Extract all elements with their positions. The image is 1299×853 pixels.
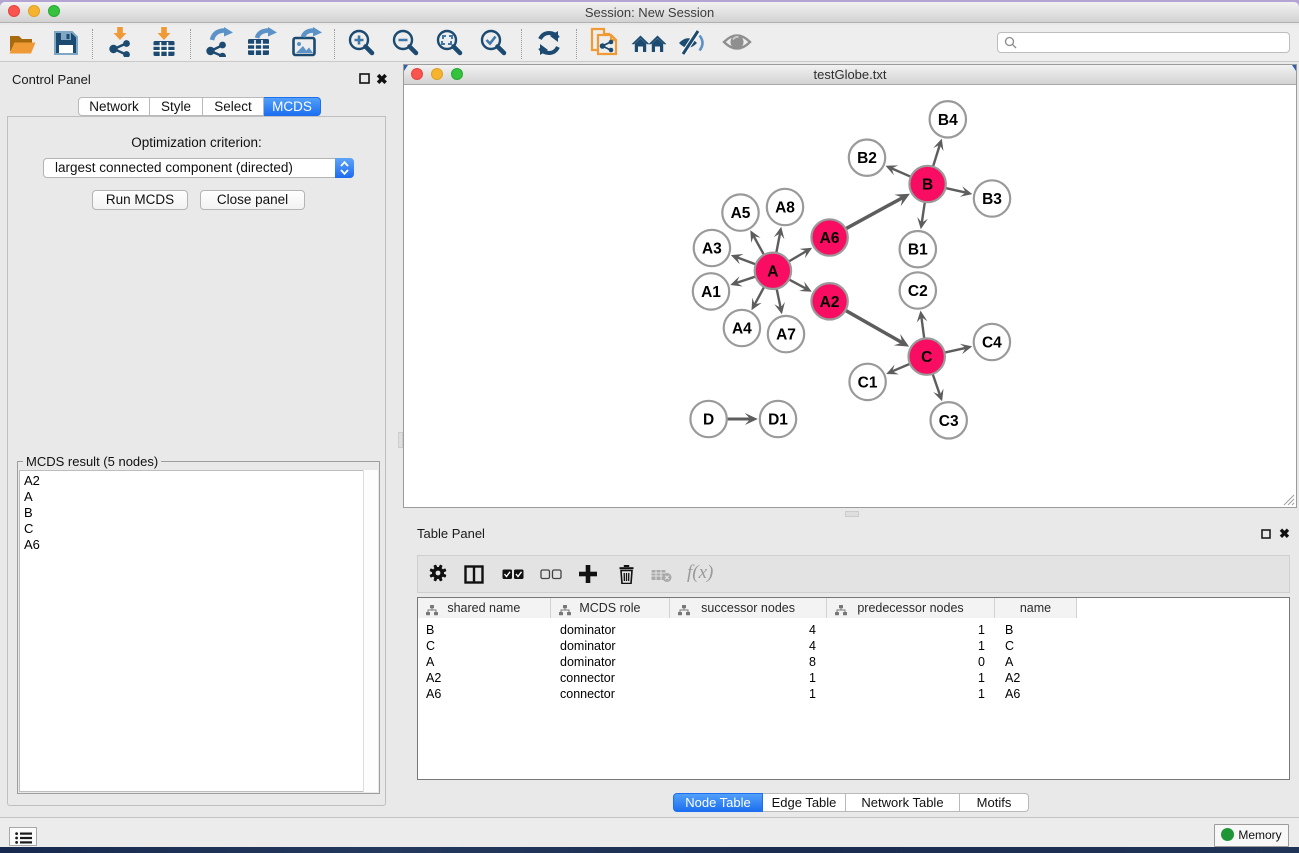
svg-text:A8: A8: [775, 200, 795, 217]
svg-text:B: B: [922, 177, 933, 194]
svg-text:B1: B1: [908, 242, 928, 259]
svg-text:B3: B3: [982, 191, 1002, 208]
svg-text:C3: C3: [939, 413, 959, 430]
svg-text:A5: A5: [731, 205, 751, 222]
svg-text:C: C: [921, 349, 932, 366]
svg-text:A1: A1: [701, 284, 721, 301]
svg-text:A6: A6: [820, 230, 840, 247]
svg-text:C4: C4: [982, 335, 1002, 352]
svg-text:B2: B2: [857, 150, 877, 167]
svg-text:A2: A2: [820, 294, 840, 311]
svg-text:B4: B4: [938, 112, 958, 129]
svg-text:A: A: [767, 263, 778, 280]
svg-text:A4: A4: [732, 321, 752, 338]
svg-text:A7: A7: [776, 327, 796, 344]
svg-text:A3: A3: [702, 241, 722, 258]
svg-text:D1: D1: [768, 412, 788, 429]
svg-text:D: D: [703, 412, 714, 429]
svg-text:C1: C1: [858, 374, 878, 391]
svg-text:C2: C2: [908, 283, 928, 300]
